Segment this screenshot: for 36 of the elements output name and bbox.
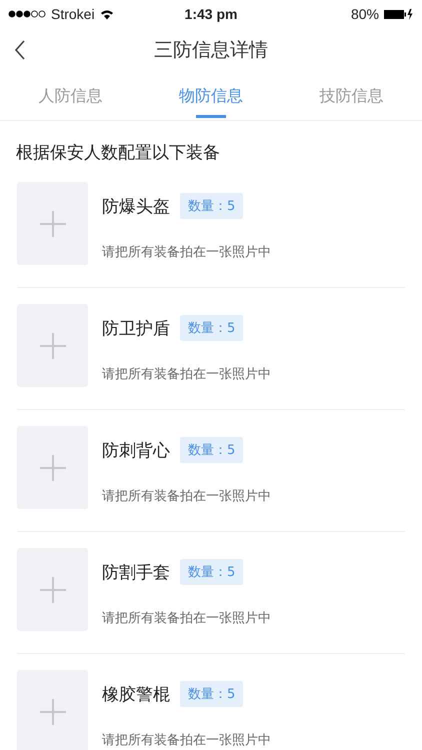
equipment-name: 防卫护盾: [102, 318, 170, 340]
photo-hint: 请把所有装备拍在一张照片中: [102, 610, 271, 627]
quantity-tag: 数量：5: [180, 315, 244, 341]
quantity-tag: 数量：5: [180, 437, 244, 463]
plus-icon: [40, 332, 66, 358]
quantity-tag: 数量：5: [180, 193, 244, 219]
signal-icon: [8, 10, 46, 18]
tab[interactable]: 物防信息: [140, 72, 282, 120]
photo-hint: 请把所有装备拍在一张照片中: [102, 244, 271, 261]
wifi-icon: [100, 8, 114, 20]
tab[interactable]: 人防信息: [0, 72, 141, 120]
carrier-name: Strokei: [51, 6, 95, 22]
quantity-tag: 数量：5: [180, 559, 244, 585]
section-heading: 根据保安人数配置以下装备: [15, 142, 221, 165]
add-photo-button[interactable]: [17, 548, 88, 631]
plus-icon: [40, 454, 66, 480]
equipment-name: 防爆头盔: [102, 196, 170, 218]
add-photo-button[interactable]: [17, 182, 88, 265]
page-title: 三防信息详情: [154, 38, 268, 63]
plus-icon: [40, 576, 66, 602]
plus-icon: [40, 210, 66, 236]
add-photo-button[interactable]: [17, 426, 88, 509]
add-photo-button[interactable]: [17, 670, 88, 750]
tab[interactable]: 技防信息: [281, 72, 422, 120]
photo-hint: 请把所有装备拍在一张照片中: [102, 366, 271, 383]
plus-icon: [40, 698, 66, 724]
equipment-name: 防割手套: [102, 562, 170, 584]
photo-hint: 请把所有装备拍在一张照片中: [102, 732, 271, 749]
clock-time: 1:43 pm: [184, 6, 238, 22]
battery-icon: [384, 8, 414, 20]
add-photo-button[interactable]: [17, 304, 88, 387]
quantity-tag: 数量：5: [180, 681, 244, 707]
battery-percent: 80%: [350, 6, 379, 22]
equipment-name: 防刺背心: [102, 440, 170, 462]
equipment-name: 橡胶警棍: [102, 684, 170, 706]
photo-hint: 请把所有装备拍在一张照片中: [102, 488, 271, 505]
